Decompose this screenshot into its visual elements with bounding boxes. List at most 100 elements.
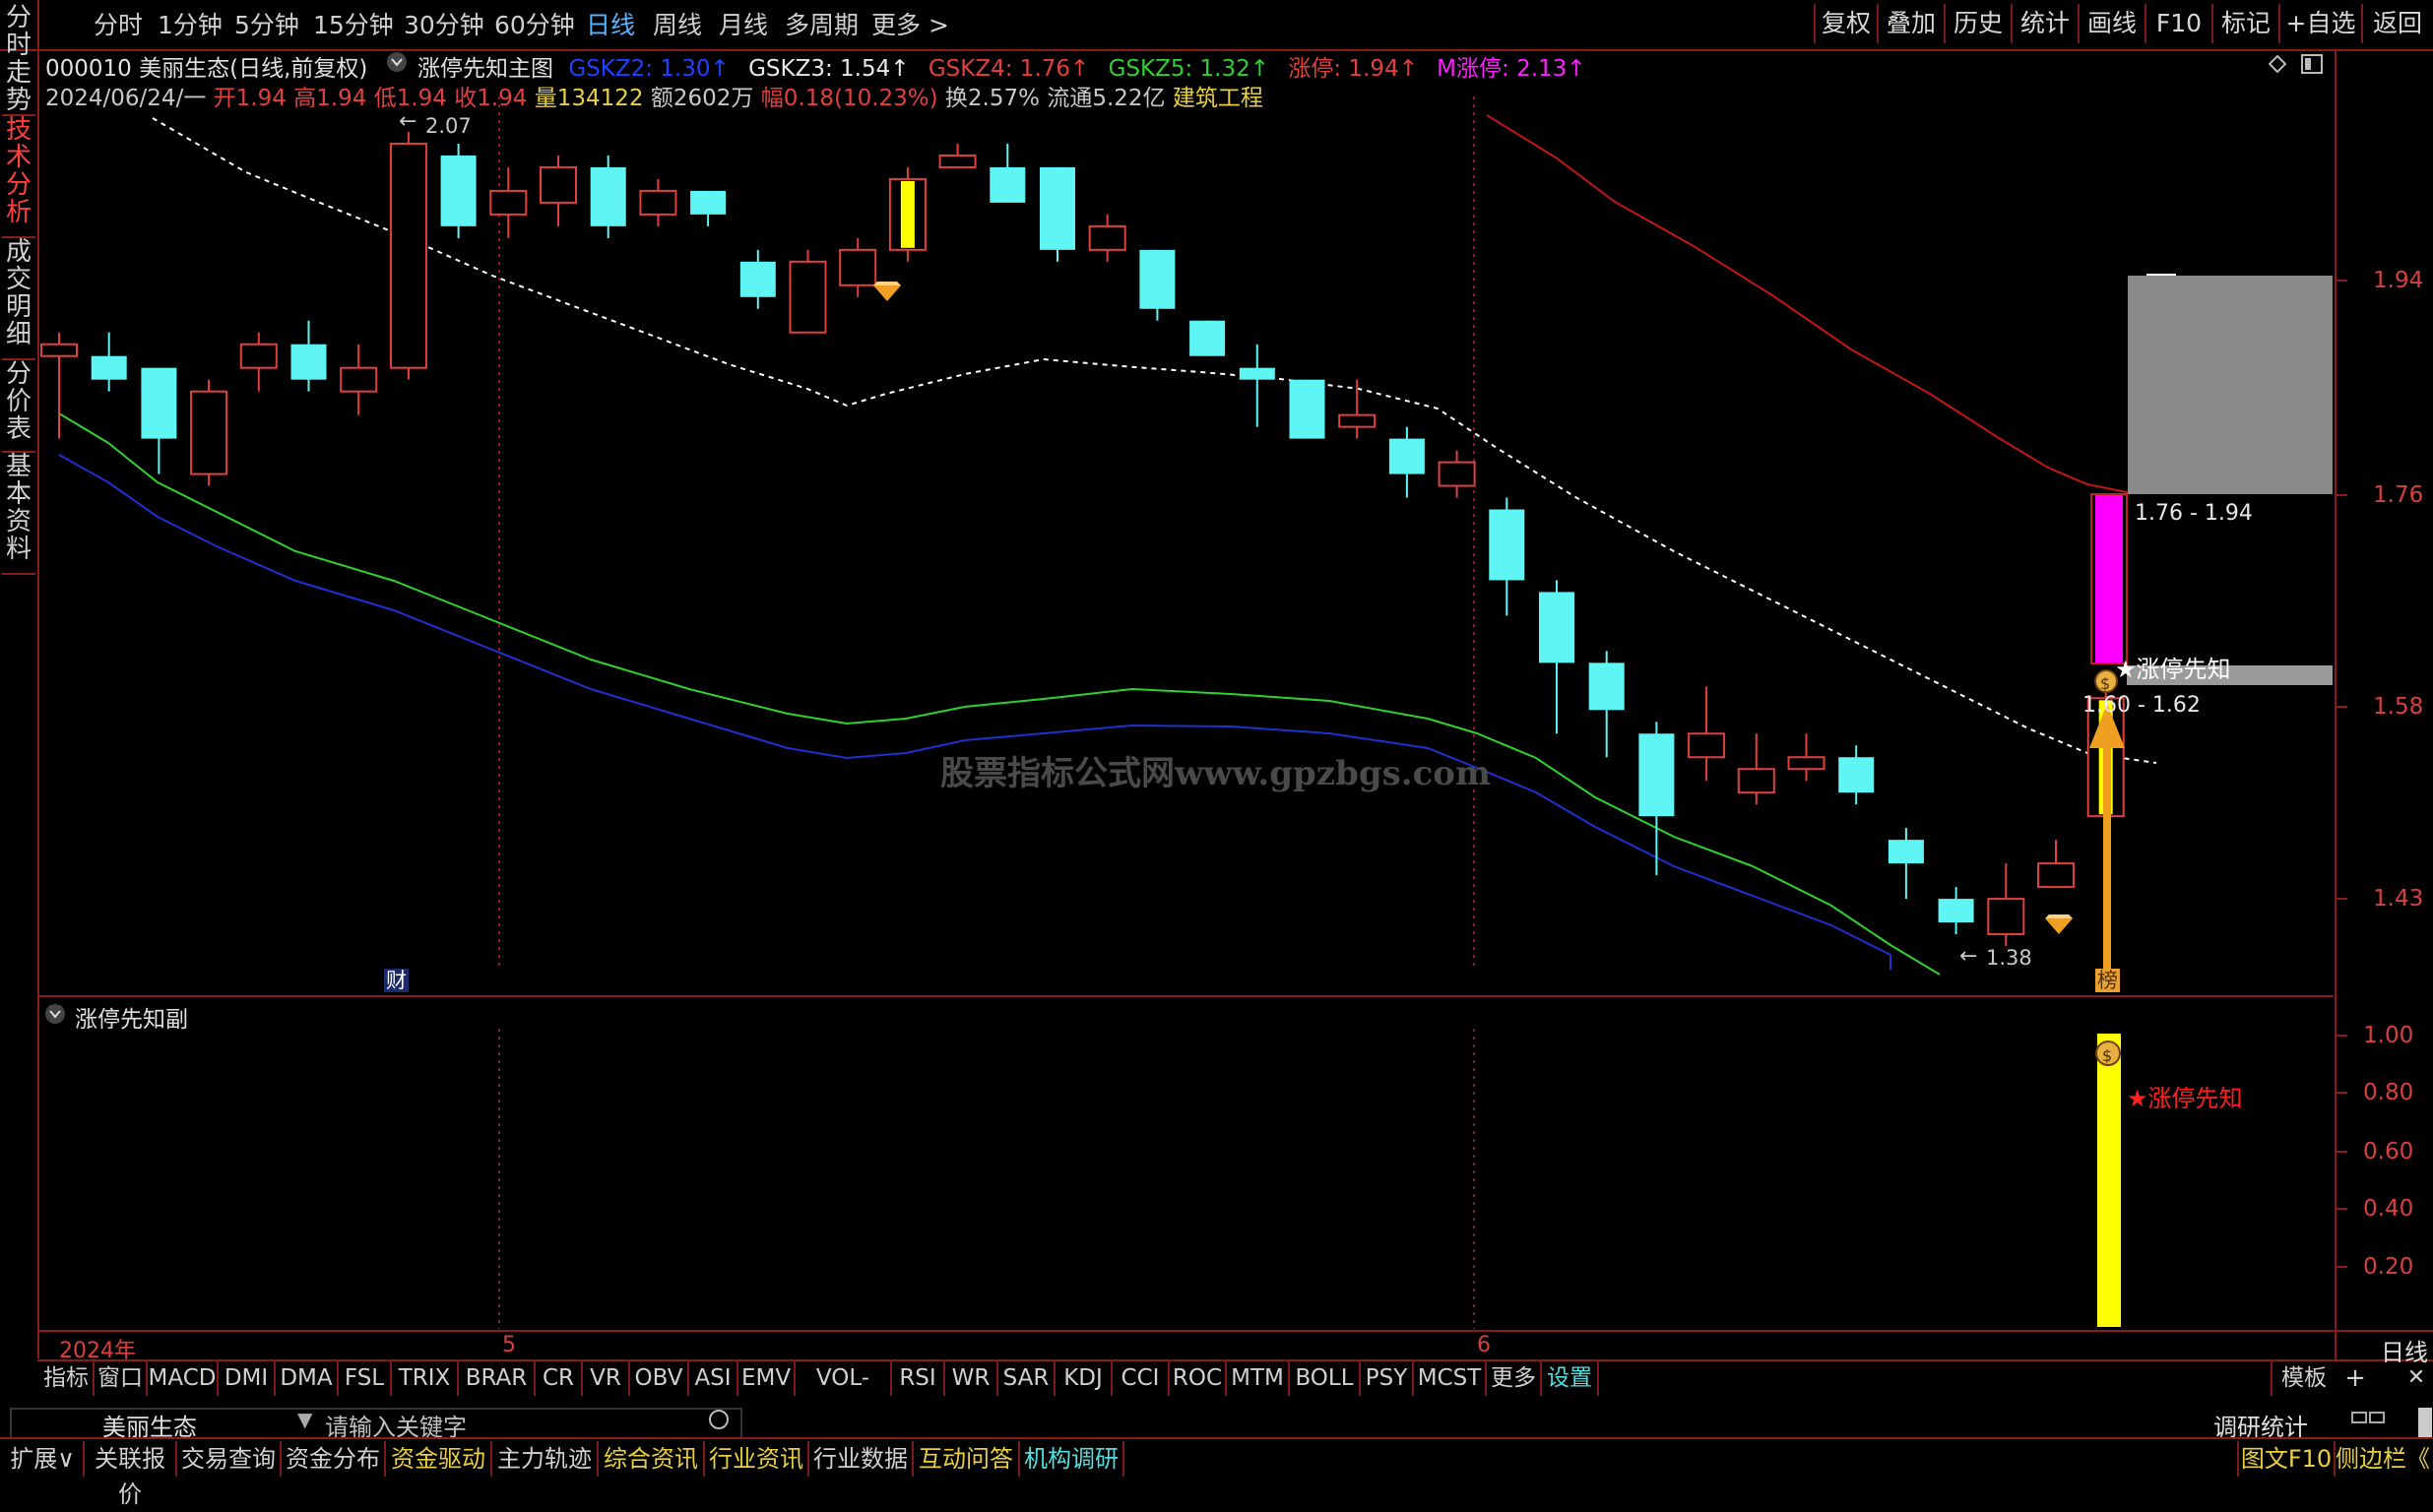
price-axis-label: 1.94 <box>2373 268 2424 293</box>
indicator-tab-wr[interactable]: WR <box>945 1360 998 1396</box>
side-tab-fundamentals[interactable]: 基本资料 <box>2 453 35 575</box>
indicator-tab-boll[interactable]: BOLL <box>1290 1360 1361 1396</box>
indicator-tab--[interactable]: 设置 <box>1542 1360 1599 1396</box>
indicator-tab--[interactable]: 更多 <box>1487 1360 1542 1396</box>
indicator-tab-obv[interactable]: OBV <box>630 1360 689 1396</box>
indicator-tab--[interactable]: 窗口 <box>95 1360 148 1396</box>
scroll-handle[interactable] <box>2418 1408 2432 1437</box>
search-stock-name: 美丽生态 <box>102 1414 197 1439</box>
overlay-button[interactable]: 叠加 <box>1877 4 1944 43</box>
bottom-tab-1[interactable]: 关联报价 <box>85 1441 177 1508</box>
diamond-outline-icon[interactable] <box>2268 54 2287 74</box>
graphic-f10-button[interactable]: 图文F10 <box>2237 1441 2336 1477</box>
signal-star-label: ★涨停先知 <box>2115 656 2231 683</box>
period-tab-daily[interactable]: 日线 <box>586 6 635 41</box>
indicator-tab-sar[interactable]: SAR <box>998 1360 1056 1396</box>
quote-open: 开1.94 <box>213 86 287 111</box>
chevron-down-icon[interactable] <box>45 1004 65 1024</box>
indicator-tab-asi[interactable]: ASI <box>689 1360 738 1396</box>
indicator-tab-emv[interactable]: EMV <box>738 1360 796 1396</box>
indicator-tab-vol-tdx[interactable]: VOL-TDX <box>796 1360 892 1426</box>
dropdown-arrow-icon[interactable]: ▼ <box>297 1410 312 1431</box>
f10-button[interactable]: F10 <box>2145 4 2211 43</box>
bottom-tab-3[interactable]: 资金分布 <box>282 1441 386 1477</box>
template-button[interactable]: 模板 <box>2271 1360 2336 1396</box>
bottom-tab-0[interactable]: 扩展∨ <box>2 1441 85 1477</box>
bang-badge[interactable]: 榜 <box>2095 969 2120 992</box>
time-axis-month: 5 <box>502 1333 516 1357</box>
add-indicator-button[interactable]: + <box>2336 1360 2375 1396</box>
bottom-tab-4[interactable]: 资金驱动 <box>386 1441 492 1477</box>
bottom-tab-10[interactable]: 机构调研 <box>1020 1441 1124 1477</box>
chart-canvas[interactable]: $ $ ← ← <box>0 0 2433 1476</box>
sidebar-toggle-button[interactable]: 侧边栏《 <box>2334 1441 2432 1477</box>
side-tab-technical[interactable]: 技术分析 <box>2 116 35 238</box>
indicator-tab--[interactable]: 指标 <box>39 1360 95 1396</box>
mark-button[interactable]: 标记 <box>2211 4 2278 43</box>
back-button[interactable]: 返回 <box>2361 4 2432 43</box>
bottom-tab-6[interactable]: 综合资讯 <box>599 1441 705 1477</box>
period-tab-60min[interactable]: 60分钟 <box>494 6 575 41</box>
bottom-tab-5[interactable]: 主力轨迹 <box>492 1441 599 1477</box>
indicator-tab-fsl[interactable]: FSL <box>339 1360 392 1396</box>
indicator-tab-dmi[interactable]: DMI <box>219 1360 276 1396</box>
indicator-tab-psy[interactable]: PSY <box>1361 1360 1414 1396</box>
indicator-tab-rsi[interactable]: RSI <box>892 1360 945 1396</box>
indicator-tab-brar[interactable]: BRAR <box>459 1360 536 1396</box>
quote-low: 低1.94 <box>373 86 447 111</box>
layout-icon[interactable] <box>2351 1412 2367 1423</box>
side-tab-timeshare[interactable]: 分时走势 <box>2 4 35 116</box>
period-tab-fenshi[interactable]: 分时 <box>94 6 143 41</box>
side-tab-trades[interactable]: 成交明细 <box>2 238 35 360</box>
period-tab-5min[interactable]: 5分钟 <box>234 6 299 41</box>
ma-red-line <box>1486 114 2156 493</box>
indicator-tab-cci[interactable]: CCI <box>1113 1360 1170 1396</box>
period-tab-multi[interactable]: 多周期 <box>785 6 859 41</box>
candle-body <box>1938 899 1974 923</box>
add-watchlist-button[interactable]: +自选 <box>2278 4 2361 43</box>
cai-badge[interactable]: 财 <box>384 969 409 992</box>
period-tab-weekly[interactable]: 周线 <box>653 6 702 41</box>
indicator-tab-mtm[interactable]: MTM <box>1227 1360 1290 1396</box>
quote-sector[interactable]: 建筑工程 <box>1173 86 1263 111</box>
fuquan-button[interactable]: 复权 <box>1814 4 1877 43</box>
svg-text:←: ← <box>399 109 416 134</box>
stats-button[interactable]: 统计 <box>2011 4 2078 43</box>
indicator-tab-trix[interactable]: TRIX <box>392 1360 459 1396</box>
quote-change: 幅0.18(10.23%) <box>760 86 938 111</box>
indicator-tab-kdj[interactable]: KDJ <box>1056 1360 1113 1396</box>
indicator-tab-macd[interactable]: MACD <box>148 1360 219 1396</box>
side-tab-price-table[interactable]: 分价表 <box>2 360 35 453</box>
sub-indicator-name[interactable]: 涨停先知副 <box>75 1000 188 1034</box>
zt-value: 涨停: 1.94↑ <box>1288 56 1418 82</box>
close-icon[interactable]: ✕ <box>2402 1360 2430 1396</box>
indicator-tab-roc[interactable]: ROC <box>1170 1360 1227 1396</box>
period-tab-15min[interactable]: 15分钟 <box>313 6 394 41</box>
period-tab-more[interactable]: 更多 > <box>871 6 949 41</box>
indicator-tab-dma[interactable]: DMA <box>276 1360 339 1396</box>
period-tab-1min[interactable]: 1分钟 <box>158 6 223 41</box>
top-toolbar: 分时 1分钟 5分钟 15分钟 30分钟 60分钟 日线 周线 月线 多周期 更… <box>0 0 2433 51</box>
search-box[interactable]: 美丽生态 ▼ 请输入关键字 <box>10 1408 742 1439</box>
period-tab-monthly[interactable]: 月线 <box>719 6 768 41</box>
period-tab-30min[interactable]: 30分钟 <box>404 6 484 41</box>
candle-body <box>1289 379 1325 439</box>
bottom-tab-2[interactable]: 交易查询 <box>177 1441 282 1477</box>
indicator-tab-vr[interactable]: VR <box>583 1360 630 1396</box>
candle-body <box>340 366 378 393</box>
bottom-tab-8[interactable]: 行业数据 <box>809 1441 914 1477</box>
ma-green-line <box>58 412 1941 976</box>
svg-text:$: $ <box>2102 1046 2112 1065</box>
search-input[interactable]: 请输入关键字 <box>325 1410 467 1437</box>
indicator-tab-mcst[interactable]: MCST <box>1414 1360 1487 1396</box>
candle-body <box>2037 862 2075 889</box>
history-button[interactable]: 历史 <box>1944 4 2011 43</box>
search-icon[interactable] <box>709 1410 729 1429</box>
search-row: 美丽生态 ▼ 请输入关键字 调研统计 <box>0 1398 2433 1441</box>
bottom-tab-7[interactable]: 行业资讯 <box>705 1441 809 1477</box>
draw-line-button[interactable]: 画线 <box>2078 4 2145 43</box>
layout-icon[interactable] <box>2369 1412 2385 1423</box>
indicator-tab-cr[interactable]: CR <box>536 1360 583 1396</box>
candle-body <box>40 343 78 357</box>
bottom-tab-9[interactable]: 互动问答 <box>914 1441 1020 1477</box>
